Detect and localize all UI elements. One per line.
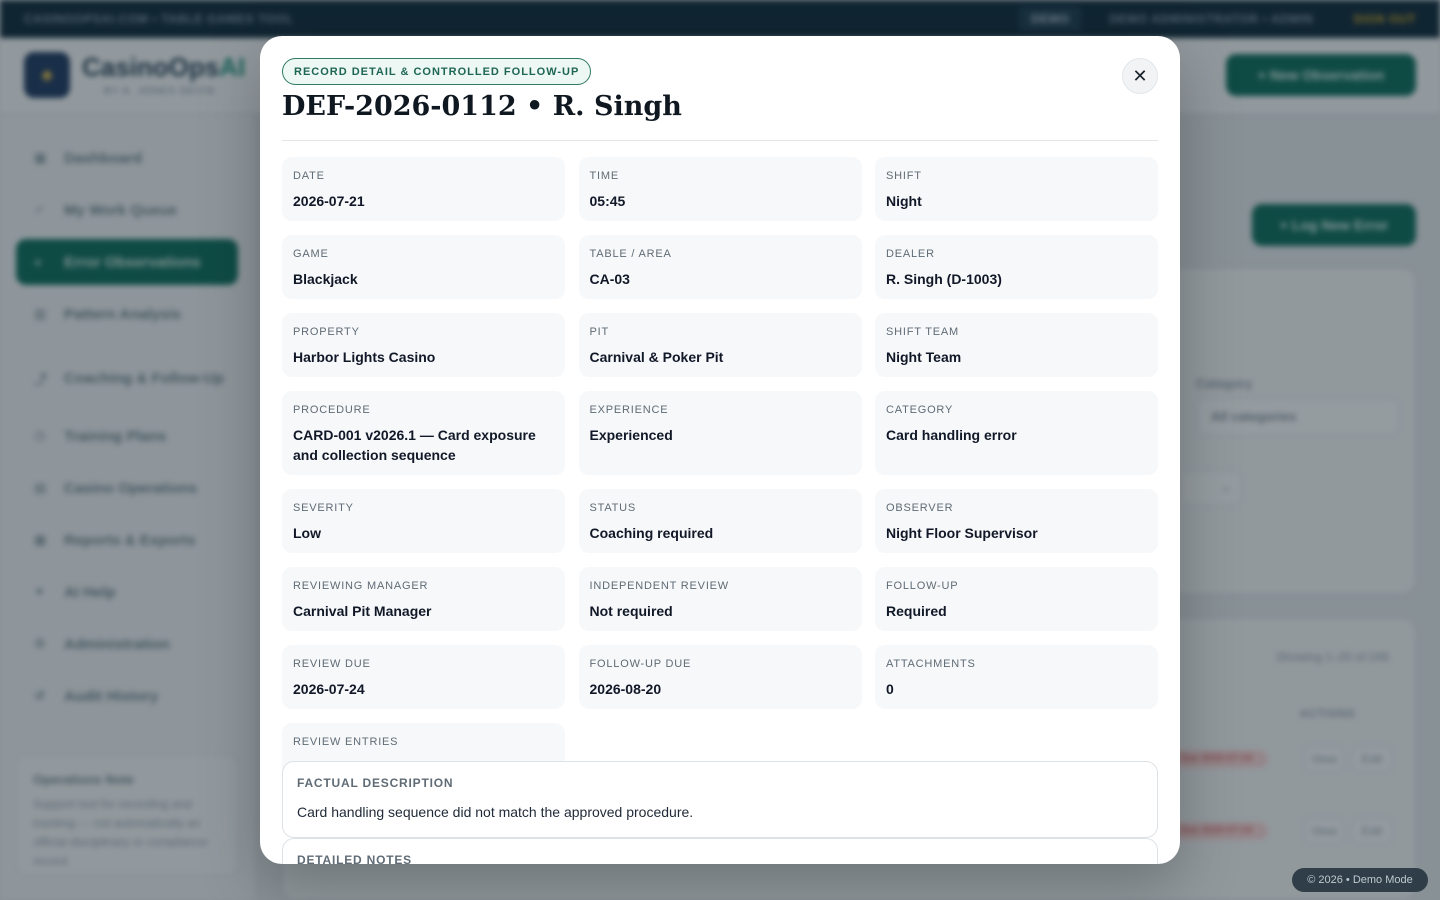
field-follow-up-due: Follow-Up Due 2026-08-20 — [578, 645, 862, 709]
field-value: Required — [886, 603, 947, 619]
field-property: Property Harbor Lights Casino — [282, 313, 565, 377]
version-pill: © 2026 • Demo Mode — [1292, 868, 1428, 892]
field-label: Independent Review — [589, 580, 729, 592]
field-severity: Severity Low — [282, 489, 565, 553]
field-value: Carnival & Poker Pit — [589, 349, 724, 365]
close-button[interactable]: ✕ — [1122, 58, 1158, 94]
factual-description-text: Card handling sequence did not match the… — [297, 804, 694, 820]
field-label: Review Entries — [293, 736, 399, 748]
modal-title: DEF-2026-0112 • R. Singh — [282, 91, 682, 122]
field-label: Dealer — [886, 248, 935, 260]
field-value: Harbor Lights Casino — [293, 349, 436, 365]
field-label: Pit — [589, 326, 610, 338]
title-divider — [282, 140, 1158, 141]
field-value: Carnival Pit Manager — [293, 603, 432, 619]
field-label: Game — [293, 248, 329, 260]
field-label: Time — [589, 170, 619, 182]
field-value: Night — [886, 193, 922, 209]
field-category: Category Card handling error — [875, 391, 1158, 475]
field-label: Property — [293, 326, 360, 338]
field-label: Attachments — [886, 658, 976, 670]
field-label: Follow-Up — [886, 580, 959, 592]
field-value: CARD-001 v2026.1 — Card exposure and col… — [293, 427, 536, 463]
field-experience: Experience Experienced — [578, 391, 862, 475]
factual-description-label: Factual Description — [297, 776, 454, 790]
field-reviewing-manager: Reviewing Manager Carnival Pit Manager — [282, 567, 565, 631]
field-label: Status — [589, 502, 637, 514]
field-observer: Observer Night Floor Supervisor — [875, 489, 1158, 553]
field-value: 2026-07-24 — [293, 681, 365, 697]
field-procedure: Procedure CARD-001 v2026.1 — Card exposur… — [282, 391, 565, 475]
modal-badge: RECORD DETAIL & CONTROLLED FOLLOW-UP — [282, 58, 592, 85]
detail-grid: Date 2026-07-21 Time 05:45 Shift Night Game… — [282, 157, 1158, 787]
field-label: Category — [886, 404, 954, 416]
field-date: Date 2026-07-21 — [282, 157, 565, 221]
field-shift: Shift Night — [875, 157, 1158, 221]
field-label: Observer — [886, 502, 954, 514]
field-follow-up: Follow-Up Required — [875, 567, 1158, 631]
field-label: Shift Team — [886, 326, 959, 338]
field-value: Experienced — [589, 427, 673, 443]
field-value: 2026-08-20 — [589, 681, 662, 697]
field-value: Night Floor Supervisor — [886, 525, 1038, 541]
field-label: Procedure — [293, 404, 371, 416]
detailed-notes-label: Detailed Notes — [297, 853, 412, 864]
field-value: R. Singh (D-1003) — [886, 271, 1002, 287]
field-value: Not required — [589, 603, 673, 619]
field-value: 0 — [886, 681, 894, 697]
field-label: Table / Area — [589, 248, 672, 260]
field-value: Coaching required — [589, 525, 714, 541]
field-label: Reviewing Manager — [293, 580, 429, 592]
field-table-area: Table / Area CA-03 — [578, 235, 862, 299]
field-value: Night Team — [886, 349, 962, 365]
field-label: Shift — [886, 170, 922, 182]
field-value: 05:45 — [589, 193, 626, 209]
field-value: CA-03 — [589, 271, 630, 287]
close-icon: ✕ — [1132, 65, 1148, 86]
field-label: Experience — [589, 404, 669, 416]
field-value: Low — [293, 525, 321, 541]
field-time: Time 05:45 — [578, 157, 862, 221]
field-pit: Pit Carnival & Poker Pit — [578, 313, 862, 377]
field-label: Review Due — [293, 658, 371, 670]
field-label: Severity — [293, 502, 354, 514]
field-game: Game Blackjack — [282, 235, 565, 299]
field-value: Blackjack — [293, 271, 358, 287]
field-shift-team: Shift Team Night Team — [875, 313, 1158, 377]
field-label: Follow-Up Due — [589, 658, 692, 670]
record-detail-modal: RECORD DETAIL & CONTROLLED FOLLOW-UP DEF… — [260, 36, 1180, 864]
field-independent-review: Independent Review Not required — [578, 567, 862, 631]
field-value: Card handling error — [886, 427, 1017, 443]
field-review-due: Review Due 2026-07-24 — [282, 645, 565, 709]
field-attachments: Attachments 0 — [875, 645, 1158, 709]
detailed-notes-section: Detailed Notes — [282, 838, 1158, 864]
field-label: Date — [293, 170, 325, 182]
field-value: 2026-07-21 — [293, 193, 365, 209]
field-dealer: Dealer R. Singh (D-1003) — [875, 235, 1158, 299]
field-status: Status Coaching required — [578, 489, 862, 553]
factual-description-section: Factual Description Card handling sequen… — [282, 761, 1158, 838]
